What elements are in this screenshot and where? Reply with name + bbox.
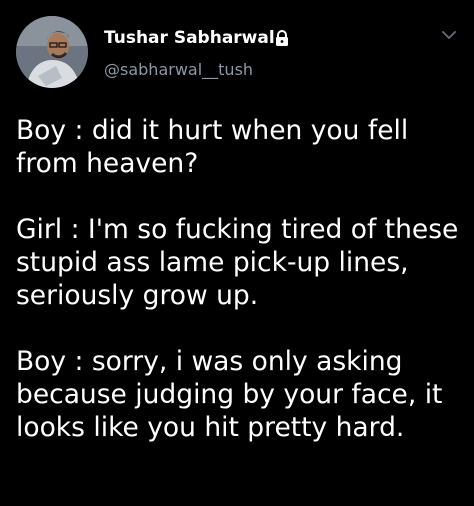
tweet-paragraph: Girl : I'm so fucking tired of these stu… — [16, 214, 459, 311]
tweet: Tushar Sabharwal @sabharwal__tush Boy : … — [0, 0, 474, 506]
tweet-paragraph: Boy : sorry, i was only asking because j… — [16, 346, 443, 443]
chevron-down-icon[interactable] — [441, 29, 457, 41]
avatar-image — [16, 16, 88, 88]
lock-icon — [276, 29, 288, 46]
tweet-paragraph: Boy : did it hurt when you fell from hea… — [16, 115, 409, 179]
author-handle[interactable]: @sabharwal__tush — [104, 60, 253, 79]
author-display-name[interactable]: Tushar Sabharwal — [104, 28, 275, 48]
avatar[interactable] — [16, 16, 88, 88]
tweet-text: Boy : did it hurt when you fell from hea… — [16, 114, 464, 444]
